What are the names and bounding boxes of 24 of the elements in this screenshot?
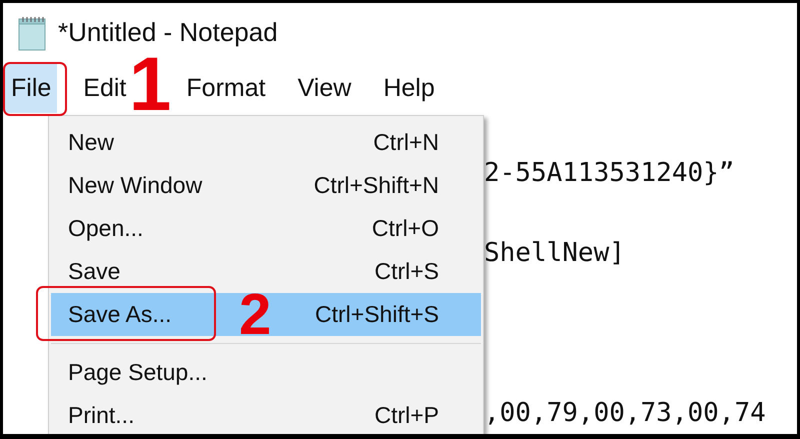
menu-entry[interactable]: New Window Ctrl+Shift+N (51, 164, 481, 207)
menu-entry[interactable]: Save Ctrl+S (51, 250, 481, 293)
editor-text-line: 2-55A113531240}” (484, 157, 736, 190)
menu-entry[interactable]: Page Setup... (51, 351, 481, 394)
shortcut-label: Ctrl+S (374, 258, 439, 285)
menu-entry[interactable]: Print... Ctrl+P (51, 394, 481, 434)
step-number: 2 (239, 293, 272, 336)
shortcut-label: Ctrl+Shift+S (315, 301, 439, 328)
shortcut-label: Ctrl+P (374, 402, 439, 429)
shortcut-label: Ctrl+Shift+N (314, 172, 439, 199)
editor-text-line: ,00,79,00,73,00,74 (484, 397, 767, 430)
callout-frame (3, 62, 67, 116)
menu-item[interactable]: File (5, 63, 58, 113)
menu-item[interactable]: Format (180, 63, 272, 113)
menu-item[interactable]: View (292, 63, 358, 113)
shortcut-label: Ctrl+O (372, 215, 439, 242)
menu-entry[interactable]: Save As... 2 Ctrl+Shift+S (51, 293, 481, 336)
notepad-icon (16, 14, 48, 50)
menu-item[interactable]: Help (377, 63, 441, 113)
menu-entry[interactable]: New Ctrl+N (51, 121, 481, 164)
editor-text-line: ShellNew] (484, 237, 626, 270)
window-title: *Untitled - Notepad (58, 17, 278, 48)
menu-entry[interactable]: Open... Ctrl+O (51, 207, 481, 250)
shortcut-label: Ctrl+N (373, 129, 439, 156)
